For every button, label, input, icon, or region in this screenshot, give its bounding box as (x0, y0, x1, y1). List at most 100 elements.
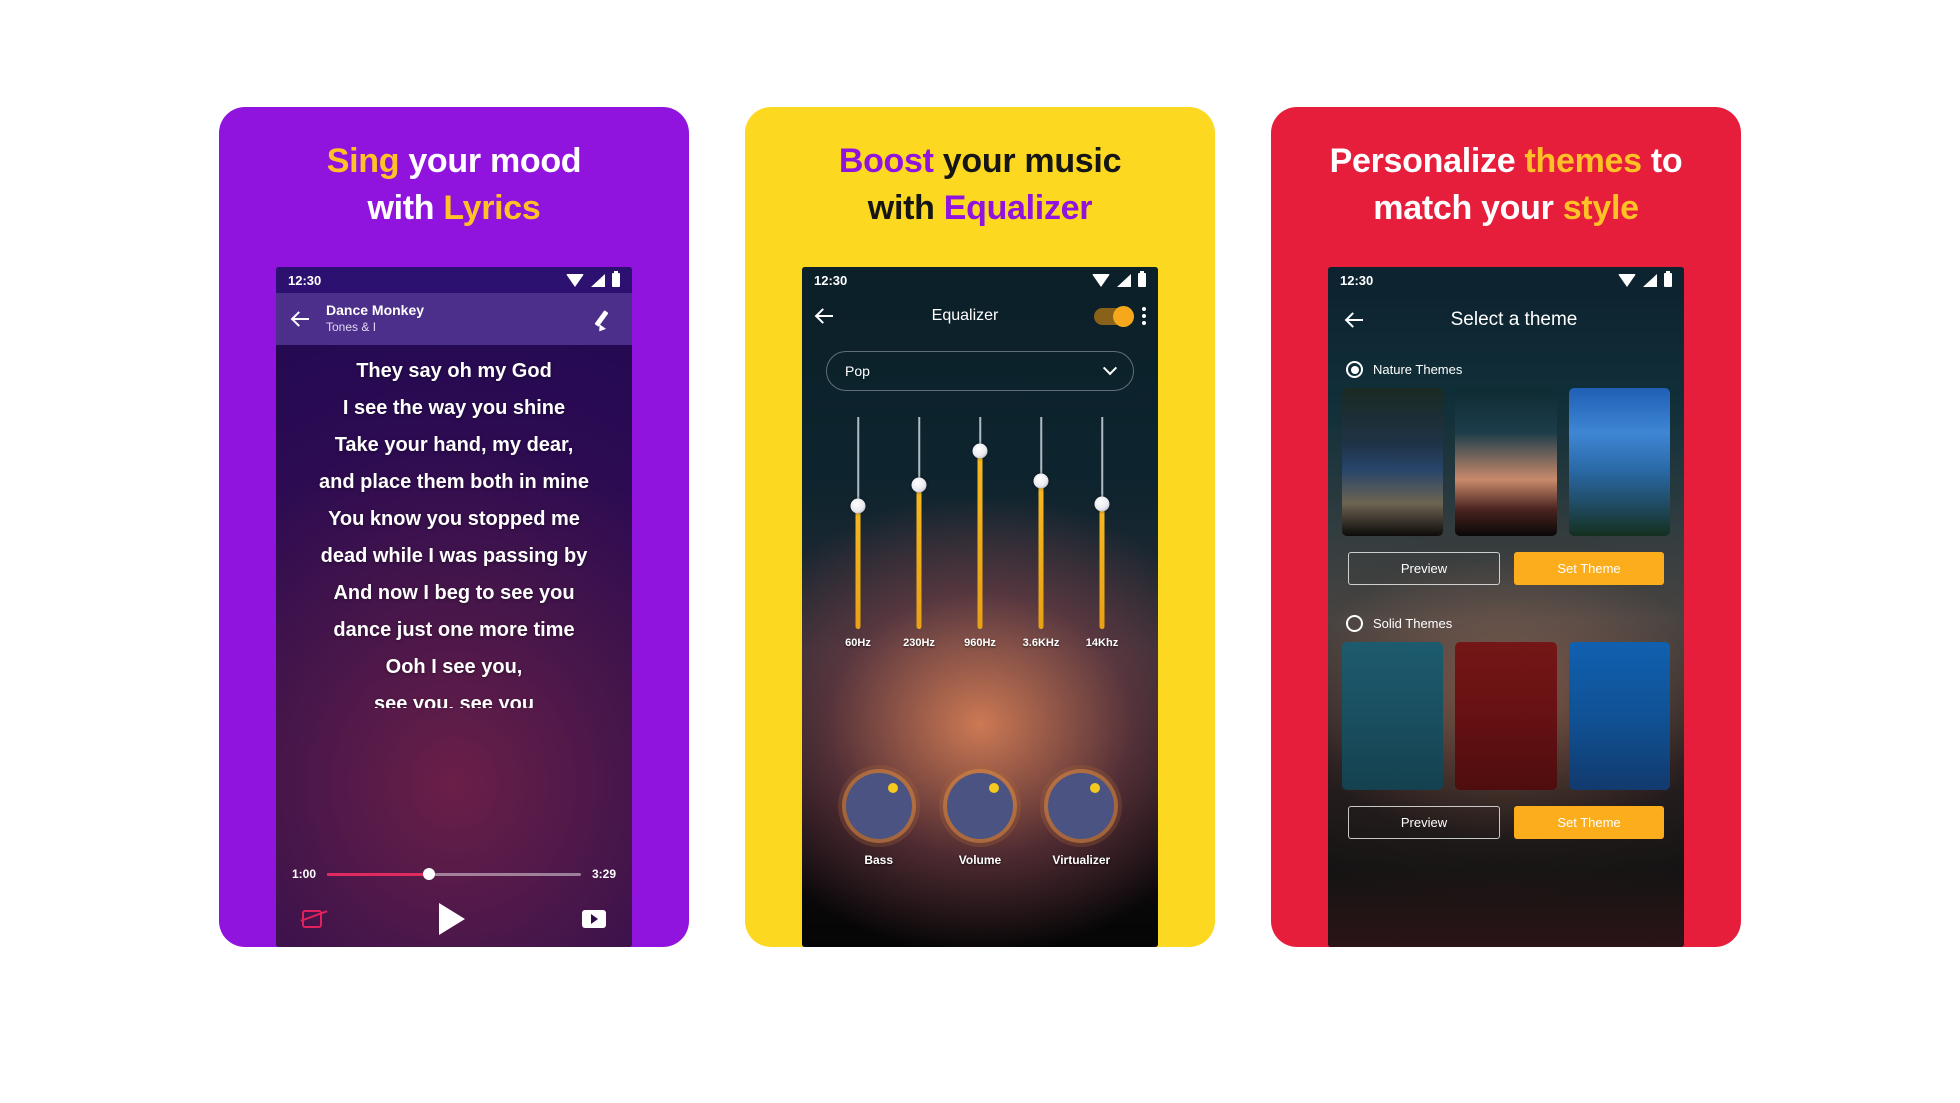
theme-thumbnail[interactable] (1568, 642, 1670, 790)
theme-thumbnail[interactable] (1568, 388, 1670, 536)
knob-label: Bass (864, 853, 893, 867)
section-label: Solid Themes (1373, 616, 1453, 631)
themes-screen: Select a theme Nature Themes Preview Set… (1328, 293, 1684, 947)
signal-icon (591, 273, 605, 287)
eq-slider[interactable] (972, 417, 988, 629)
promo-panel-equalizer: Boost your music with Equalizer 12:30 Eq… (745, 107, 1215, 947)
headline-text: match your (1373, 188, 1563, 227)
signal-icon (1117, 273, 1131, 287)
panel-3-headline: Personalize themes to match your style (1271, 107, 1741, 229)
eq-slider-thumb[interactable] (972, 443, 988, 459)
preset-value: Pop (845, 363, 870, 379)
radio-button-icon[interactable] (1346, 615, 1363, 632)
set-theme-button[interactable]: Set Theme (1514, 552, 1664, 585)
preview-button[interactable]: Preview (1348, 552, 1500, 585)
eq-band: 960Hz (958, 417, 1002, 649)
arrow-back-icon[interactable] (290, 308, 312, 330)
chevron-down-icon (1102, 361, 1118, 376)
equalizer-enable-toggle[interactable] (1094, 305, 1134, 327)
current-time-label: 1:00 (292, 867, 317, 881)
eq-band: 14Khz (1080, 417, 1124, 649)
eq-slider[interactable] (1094, 417, 1110, 629)
battery-icon (612, 271, 620, 287)
status-bar: 12:30 (276, 267, 632, 293)
radio-button-icon[interactable] (1346, 361, 1363, 378)
lyric-line: see you, see you (373, 694, 535, 708)
lyric-line: dead while I was passing by (320, 545, 588, 567)
eq-slider-thumb[interactable] (850, 498, 866, 514)
effect-knobs: Bass Volume Virtualizer (802, 767, 1158, 947)
headline-accent: Equalizer (943, 188, 1093, 227)
solid-themes-radio-row[interactable]: Solid Themes (1342, 609, 1670, 642)
promo-panel-themes: Personalize themes to match your style 1… (1271, 107, 1741, 947)
set-theme-button[interactable]: Set Theme (1514, 806, 1664, 839)
theme-thumbnail[interactable] (1342, 388, 1444, 536)
bass-knob[interactable] (845, 773, 912, 839)
panel-2-headline: Boost your music with Equalizer (745, 107, 1215, 229)
eq-slider-fill (916, 484, 922, 629)
lyric-line: You know you stopped me (328, 508, 580, 530)
lyric-line: Take your hand, my dear, (334, 434, 574, 456)
eq-slider-thumb[interactable] (1033, 473, 1049, 489)
seek-slider[interactable] (327, 868, 581, 880)
lyric-line: They say oh my God (356, 360, 552, 382)
page-title: Equalizer (931, 307, 999, 324)
repeat-icon[interactable] (302, 910, 322, 928)
eq-slider[interactable] (911, 417, 927, 629)
wifi-icon (1618, 273, 1636, 287)
nature-theme-actions: Preview Set Theme (1342, 536, 1670, 595)
phone-mockup-equalizer: 12:30 Equalizer Pop 60Hz 230Hz 960Hz 3.6… (802, 267, 1158, 947)
solid-theme-actions: Preview Set Theme (1342, 790, 1670, 849)
battery-icon (1138, 271, 1146, 287)
lyric-line: And now I beg to see you (333, 582, 575, 604)
pencil-icon[interactable] (592, 306, 618, 332)
eq-band-label: 230Hz (903, 637, 935, 649)
knob-group: Bass (845, 773, 912, 867)
knob-group: Virtualizer (1048, 773, 1115, 867)
nature-themes-radio-row[interactable]: Nature Themes (1342, 355, 1670, 388)
headline-accent: Boost (838, 142, 934, 180)
artist-name: Tones & I (326, 319, 377, 334)
headline-text: your mood (399, 142, 582, 180)
status-bar: 12:30 (802, 267, 1158, 293)
status-bar-icons (566, 271, 620, 287)
eq-slider-fill (855, 506, 861, 629)
promo-screenshot-stage: Sing your mood with Lyrics 12:30 Dance M… (0, 0, 1960, 1103)
headline-accent: themes (1524, 142, 1642, 180)
lyric-line: dance just one more time (333, 619, 575, 641)
eq-slider[interactable] (1033, 417, 1049, 629)
headline-text: your music (933, 142, 1122, 180)
eq-slider-thumb[interactable] (1094, 496, 1110, 512)
lyrics-list[interactable]: They say oh my God I see the way you shi… (276, 345, 632, 857)
headline-accent: style (1562, 188, 1639, 227)
arrow-back-icon[interactable] (1344, 309, 1366, 331)
status-bar-time: 12:30 (288, 272, 322, 288)
battery-icon (1664, 271, 1672, 287)
page-title: Select a theme (1450, 309, 1578, 330)
seek-bar-row: 1:00 3:29 (292, 857, 616, 891)
theme-thumbnail[interactable] (1455, 388, 1557, 536)
preview-button[interactable]: Preview (1348, 806, 1500, 839)
eq-band: 230Hz (897, 417, 941, 649)
play-icon[interactable] (439, 903, 465, 935)
eq-band-label: 14Khz (1085, 637, 1119, 649)
preset-dropdown[interactable]: Pop (826, 351, 1134, 391)
eq-slider[interactable] (850, 417, 866, 629)
virtualizer-knob[interactable] (1048, 773, 1115, 839)
theme-thumbnail[interactable] (1455, 642, 1557, 790)
seek-thumb[interactable] (422, 868, 435, 880)
headline-text: to (1641, 142, 1683, 180)
video-icon[interactable] (582, 910, 606, 928)
status-bar-icons (1092, 271, 1146, 287)
knob-label: Virtualizer (1052, 853, 1111, 867)
theme-thumbnail[interactable] (1342, 642, 1444, 790)
headline-text: with (867, 188, 944, 227)
arrow-back-icon[interactable] (814, 305, 836, 327)
phone-mockup-themes: 12:30 Select a theme Nature Themes Previ… (1328, 267, 1684, 947)
kebab-menu-icon[interactable] (1142, 307, 1146, 325)
seek-progress-fill (327, 872, 429, 876)
total-time-label: 3:29 (591, 867, 616, 881)
eq-slider-thumb[interactable] (911, 477, 927, 493)
volume-knob[interactable] (946, 773, 1013, 839)
lyric-line: and place them both in mine (318, 471, 590, 493)
